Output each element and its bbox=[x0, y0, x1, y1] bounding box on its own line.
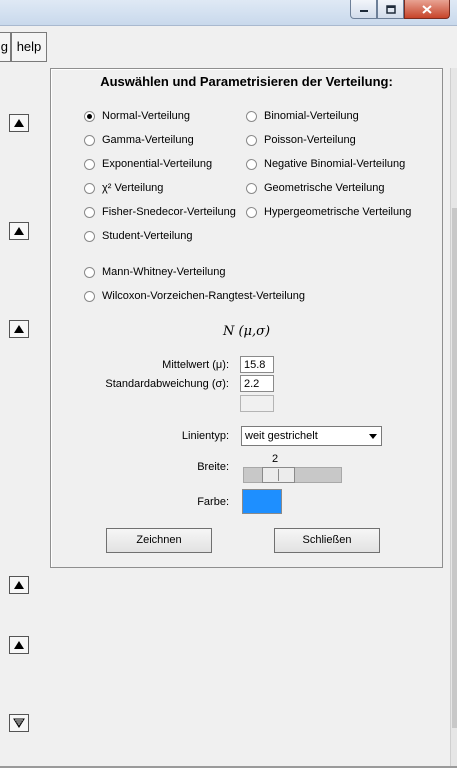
triangle-up-icon bbox=[14, 227, 24, 235]
radio-mann-whitney[interactable]: Mann-Whitney-Verteilung bbox=[84, 265, 226, 279]
radio-negative-binomial[interactable]: Negative Binomial-Verteilung bbox=[246, 157, 405, 171]
up-triangle-button-1[interactable] bbox=[9, 114, 29, 132]
radio-dot[interactable] bbox=[84, 206, 95, 218]
radio-label: Exponential-Verteilung bbox=[102, 158, 213, 170]
linetype-select[interactable]: weit gestrichelt bbox=[241, 426, 382, 446]
distribution-formula: N (μ,σ) bbox=[222, 324, 271, 339]
close-button[interactable]: Schließen bbox=[274, 528, 380, 553]
radio-fisher-snedecor[interactable]: Fisher-Snedecor-Verteilung bbox=[84, 205, 236, 219]
linetype-value: weit gestrichelt bbox=[245, 430, 318, 442]
radio-dot[interactable] bbox=[84, 182, 95, 194]
radio-hypergeometric[interactable]: Hypergeometrische Verteilung bbox=[246, 205, 411, 219]
color-label: Farbe: bbox=[197, 496, 229, 508]
radio-label: Fisher-Snedecor-Verteilung bbox=[102, 206, 236, 218]
radio-label: Gamma-Verteilung bbox=[102, 134, 194, 146]
radio-label: Negative Binomial-Verteilung bbox=[264, 158, 406, 170]
color-swatch[interactable] bbox=[242, 489, 282, 514]
radio-label: Binomial-Verteilung bbox=[264, 110, 359, 122]
maximize-icon bbox=[385, 4, 396, 14]
radio-dot[interactable] bbox=[246, 206, 257, 218]
menu-item-help[interactable]: help bbox=[11, 32, 47, 62]
mean-label: Mittelwert (μ): bbox=[162, 359, 229, 371]
draw-button[interactable]: Zeichnen bbox=[106, 528, 212, 553]
window-controls bbox=[350, 0, 450, 19]
minimize-button[interactable] bbox=[350, 0, 377, 19]
triangle-up-icon bbox=[14, 325, 24, 333]
extra-param-input bbox=[240, 395, 274, 412]
width-slider-value: 2 bbox=[271, 453, 279, 465]
triangle-up-icon bbox=[14, 119, 24, 127]
radio-exponential[interactable]: Exponential-Verteilung bbox=[84, 157, 212, 171]
up-triangle-button-3[interactable] bbox=[9, 320, 29, 338]
chevron-down-icon bbox=[369, 434, 377, 439]
close-icon bbox=[422, 4, 432, 14]
up-triangle-button-4[interactable] bbox=[9, 576, 29, 594]
radio-dot[interactable] bbox=[246, 134, 257, 146]
radio-dot[interactable] bbox=[246, 182, 257, 194]
radio-normal[interactable]: Normal-Verteilung bbox=[84, 109, 190, 123]
radio-chi-squared[interactable]: χ² Verteilung bbox=[84, 181, 163, 195]
width-slider-handle[interactable] bbox=[262, 467, 295, 483]
stddev-label: Standardabweichung (σ): bbox=[105, 378, 229, 390]
dialog-title: Auswählen und Parametrisieren der Vertei… bbox=[100, 74, 393, 89]
radio-binomial[interactable]: Binomial-Verteilung bbox=[246, 109, 359, 123]
vertical-scrollbar[interactable] bbox=[450, 68, 457, 768]
radio-label: Hypergeometrische Verteilung bbox=[264, 206, 412, 218]
width-slider[interactable] bbox=[243, 467, 342, 483]
radio-label: Mann-Whitney-Verteilung bbox=[102, 266, 226, 278]
radio-label: Normal-Verteilung bbox=[102, 110, 191, 122]
radio-poisson[interactable]: Poisson-Verteilung bbox=[246, 133, 356, 147]
radio-dot[interactable] bbox=[84, 290, 95, 302]
radio-dot[interactable] bbox=[84, 230, 95, 242]
mean-input[interactable]: 15.8 bbox=[240, 356, 274, 373]
linetype-label: Linientyp: bbox=[181, 430, 229, 442]
radio-label: Geometrische Verteilung bbox=[264, 182, 385, 194]
radio-student[interactable]: Student-Verteilung bbox=[84, 229, 193, 243]
distribution-dialog: Auswählen und Parametrisieren der Vertei… bbox=[50, 68, 443, 568]
radio-label: χ² Verteilung bbox=[102, 182, 164, 194]
radio-dot[interactable] bbox=[246, 158, 257, 170]
up-triangle-button-5[interactable] bbox=[9, 636, 29, 654]
triangle-up-icon bbox=[14, 641, 24, 649]
radio-dot[interactable] bbox=[246, 110, 257, 122]
radio-geometric[interactable]: Geometrische Verteilung bbox=[246, 181, 384, 195]
minimize-icon bbox=[359, 10, 368, 12]
radio-dot[interactable] bbox=[84, 134, 95, 146]
maximize-button[interactable] bbox=[377, 0, 404, 19]
radio-label: Wilcoxon-Vorzeichen-Rangtest-Verteilung bbox=[102, 290, 305, 302]
width-label: Breite: bbox=[197, 461, 229, 473]
up-triangle-button-2[interactable] bbox=[9, 222, 29, 240]
radio-dot[interactable] bbox=[84, 266, 95, 278]
window-title-bar bbox=[0, 0, 457, 26]
triangle-down-icon bbox=[13, 718, 25, 728]
radio-label: Student-Verteilung bbox=[102, 230, 193, 242]
radio-gamma[interactable]: Gamma-Verteilung bbox=[84, 133, 194, 147]
triangle-up-icon bbox=[14, 581, 24, 589]
scrollbar-thumb[interactable] bbox=[452, 208, 457, 728]
down-triangle-button[interactable] bbox=[9, 714, 29, 732]
menu-bar: g help bbox=[0, 26, 457, 68]
radio-dot[interactable] bbox=[84, 158, 95, 170]
menu-item-partial[interactable]: g bbox=[0, 32, 11, 62]
radio-dot-selected[interactable] bbox=[84, 110, 95, 122]
radio-label: Poisson-Verteilung bbox=[264, 134, 356, 146]
stddev-input[interactable]: 2.2 bbox=[240, 375, 274, 392]
radio-wilcoxon[interactable]: Wilcoxon-Vorzeichen-Rangtest-Verteilung bbox=[84, 289, 305, 303]
close-window-button[interactable] bbox=[404, 0, 450, 19]
